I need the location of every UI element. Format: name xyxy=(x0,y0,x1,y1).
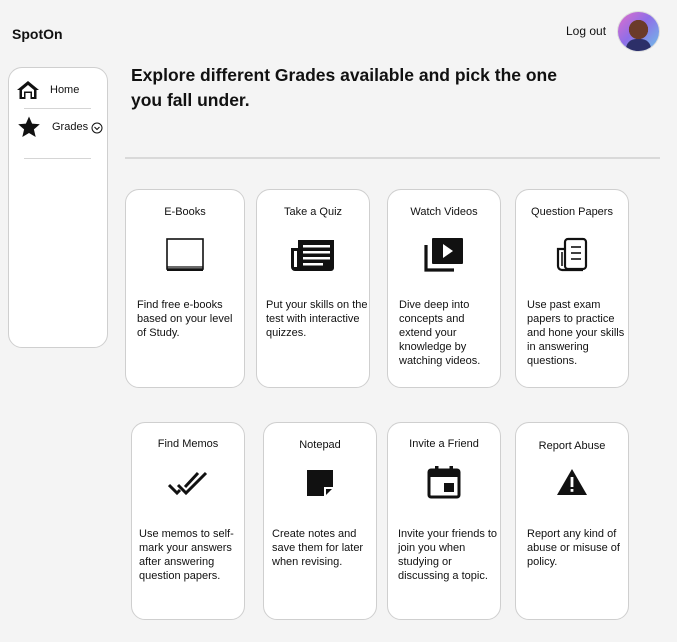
double-check-icon xyxy=(168,471,208,496)
app-brand: SpotOn xyxy=(12,26,63,42)
chevron-down-icon[interactable] xyxy=(91,122,103,134)
note-icon xyxy=(307,470,333,496)
warning-icon xyxy=(557,469,587,495)
video-library-icon xyxy=(424,238,463,272)
card-title: Take a Quiz xyxy=(283,206,343,218)
card-title: Find Memos xyxy=(157,438,219,450)
card-title: Report Abuse xyxy=(538,440,606,452)
sidebar-item-home[interactable]: Home xyxy=(16,80,79,100)
page-title: Explore different Grades available and p… xyxy=(131,65,557,110)
article-icon xyxy=(291,240,334,271)
card-description: Invite your friends to join you when stu… xyxy=(398,528,498,582)
card-description: Find free e-books based on your level of… xyxy=(137,299,233,339)
card-title: E-Books xyxy=(164,206,206,218)
sidebar-item-grades[interactable]: Grades xyxy=(16,115,103,139)
question-papers-card[interactable]: Question Papers Use past exam papers to … xyxy=(515,189,629,388)
sidebar-item-label: Grades xyxy=(52,121,89,133)
sidebar-item-label: Home xyxy=(50,84,80,96)
ebooks-card[interactable]: E-Books Find free e-books based on your … xyxy=(125,189,245,388)
card-title: Notepad xyxy=(299,439,341,451)
report-abuse-card[interactable]: Report Abuse Report any kind of abuse or… xyxy=(515,422,629,620)
sidebar-divider xyxy=(24,158,91,159)
newspaper-icon xyxy=(556,237,588,272)
home-icon xyxy=(17,81,39,99)
card-description: Use past exam papers to practice and hon… xyxy=(527,299,625,367)
card-title: Question Papers xyxy=(531,206,613,218)
card-title: Watch Videos xyxy=(410,206,478,218)
notepad-card[interactable]: Notepad Create notes and save them for l… xyxy=(263,422,377,620)
card-description: Dive deep into concepts and extend your … xyxy=(399,299,481,367)
memos-card[interactable]: Find Memos Use memos to self-mark your a… xyxy=(131,422,245,620)
avatar[interactable] xyxy=(617,11,660,52)
avatar-shirt xyxy=(626,39,651,51)
invite-friend-card[interactable]: Invite a Friend Invite your friends to j… xyxy=(387,422,501,620)
videos-card[interactable]: Watch Videos Dive deep into concepts and… xyxy=(387,189,501,388)
calendar-icon xyxy=(427,466,461,499)
card-description: Put your skills on the test with interac… xyxy=(266,299,368,339)
card-description: Report any kind of abuse or misuse of po… xyxy=(527,528,620,568)
star-icon xyxy=(18,116,40,137)
card-description: Create notes and save them for later whe… xyxy=(272,528,364,568)
quiz-card[interactable]: Take a Quiz Put your skills on the test … xyxy=(256,189,370,388)
content-divider xyxy=(125,157,660,159)
sidebar: Home Grades xyxy=(8,67,108,348)
card-title: Invite a Friend xyxy=(409,438,479,450)
logout-link[interactable]: Log out xyxy=(566,24,606,38)
card-description: Use memos to self-mark your answers afte… xyxy=(139,528,234,582)
book-icon xyxy=(166,238,204,271)
sidebar-divider xyxy=(24,108,91,109)
